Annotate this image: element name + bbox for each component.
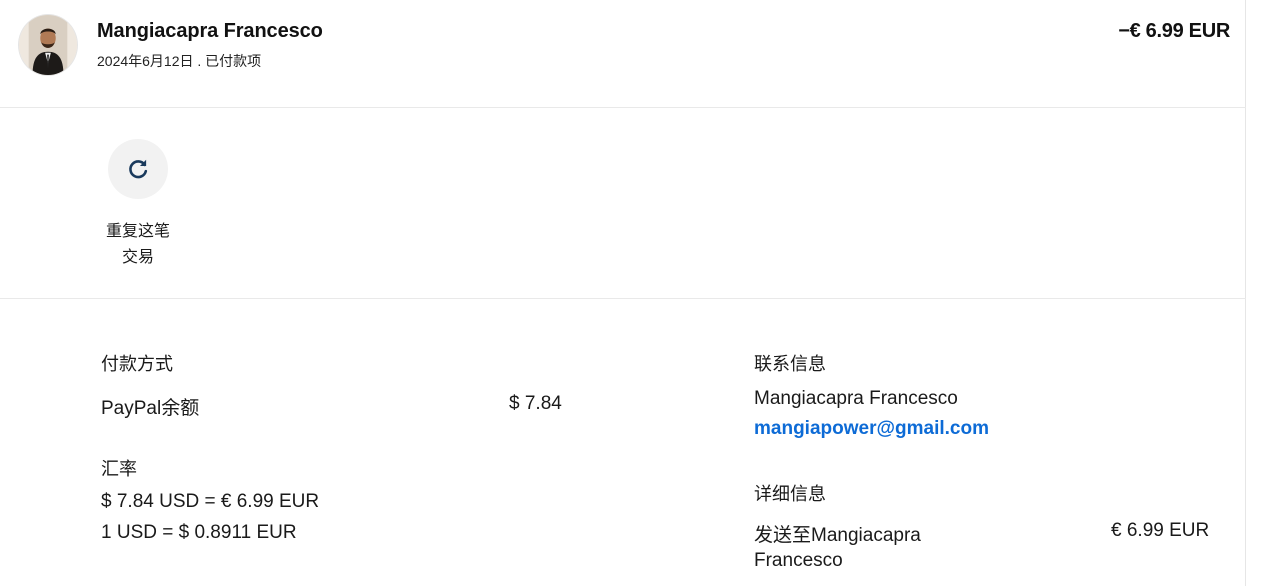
exchange-rate-unit: 1 USD = $ 0.8911 EUR (101, 522, 297, 543)
transaction-header: Mangiacapra Francesco 2024年6月12日 . 已付款项 … (0, 0, 1246, 108)
transaction-amount: −€ 6.99 EUR (1118, 20, 1230, 42)
avatar-photo-icon (19, 15, 77, 75)
details-sent-to-line2: Francesco (754, 550, 843, 571)
transaction-actions: 重复这笔 交易 (0, 108, 1246, 299)
transaction-detail-card: Mangiacapra Francesco 2024年6月12日 . 已付款项 … (0, 0, 1246, 586)
exchange-rate-conversion: $ 7.84 USD = € 6.99 EUR (101, 491, 320, 512)
refresh-icon (129, 159, 148, 179)
contact-email-link[interactable]: mangiapower@gmail.com (754, 418, 989, 440)
payment-method-title: 付款方式 (101, 354, 173, 374)
details-sent-to-line1: 发送至Mangiacapra (754, 525, 921, 546)
repeat-button-circle[interactable] (108, 139, 168, 199)
repeat-transaction-label: 重复这笔 交易 (84, 219, 192, 271)
contact-name: Mangiacapra Francesco (754, 388, 958, 409)
details-title: 详细信息 (754, 484, 826, 504)
details-amount: € 6.99 EUR (1111, 520, 1210, 541)
payment-method-amount: $ 7.84 (509, 393, 562, 414)
exchange-rate-title: 汇率 (101, 459, 137, 479)
avatar (18, 14, 78, 76)
counterparty-name: Mangiacapra Francesco (97, 20, 323, 42)
contact-info-title: 联系信息 (754, 354, 826, 374)
payment-method-value: PayPal余额 (101, 398, 200, 419)
repeat-label-line2: 交易 (121, 249, 154, 266)
transaction-date-status: 2024年6月12日 . 已付款项 (97, 53, 262, 69)
repeat-label-line1: 重复这笔 (105, 223, 170, 240)
